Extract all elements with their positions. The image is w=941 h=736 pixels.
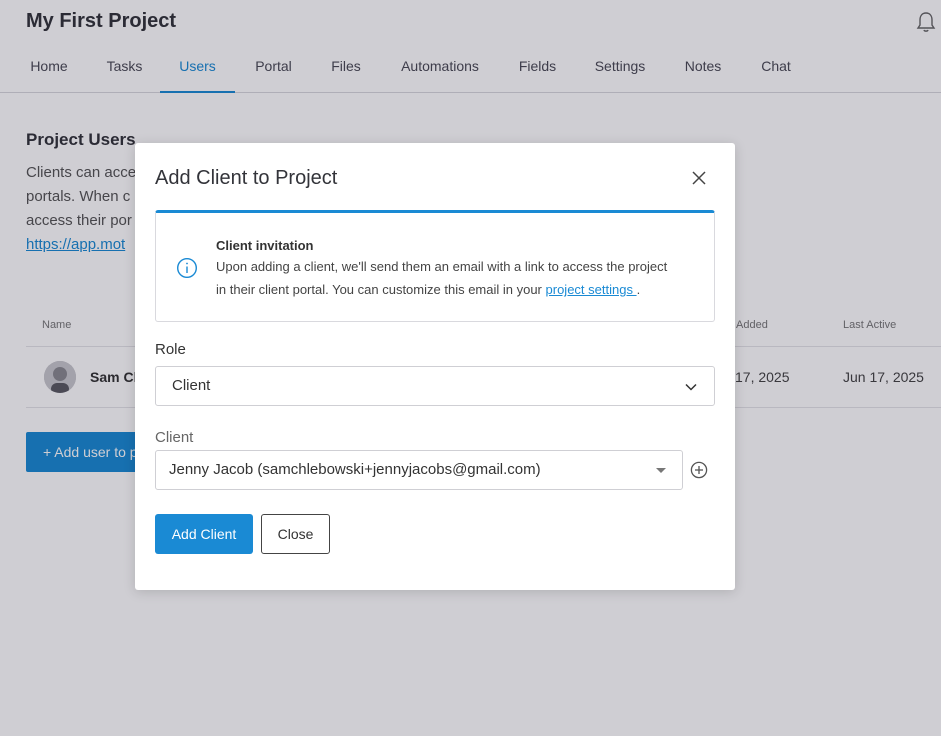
client-select-value: Jenny Jacob (samchlebowski+jennyjacobs@g… xyxy=(169,461,541,478)
role-select-value: Client xyxy=(172,377,211,394)
info-text: in their client portal. You can customiz… xyxy=(216,282,706,297)
project-settings-link[interactable]: project settings xyxy=(546,282,637,297)
client-label: Client xyxy=(155,429,194,446)
caret-down-icon xyxy=(656,468,666,473)
chevron-down-icon xyxy=(685,383,697,391)
add-client-plus-icon[interactable] xyxy=(690,461,708,479)
client-select[interactable]: Jenny Jacob (samchlebowski+jennyjacobs@g… xyxy=(155,450,683,490)
info-title: Client invitation xyxy=(216,238,314,253)
add-client-button[interactable]: Add Client xyxy=(155,514,253,554)
role-select[interactable]: Client xyxy=(155,366,715,406)
close-icon[interactable] xyxy=(689,168,709,188)
close-button[interactable]: Close xyxy=(261,514,330,554)
info-text-fragment: in their client portal. You can customiz… xyxy=(216,282,546,297)
role-label: Role xyxy=(155,341,186,358)
info-callout: Client invitation Upon adding a client, … xyxy=(155,210,715,322)
dialog-title: Add Client to Project xyxy=(155,167,338,189)
info-text: Upon adding a client, we'll send them an… xyxy=(216,259,668,274)
info-text-fragment: . xyxy=(636,282,641,297)
add-client-dialog: Add Client to Project Client invitation … xyxy=(135,143,735,590)
info-icon xyxy=(176,257,198,279)
